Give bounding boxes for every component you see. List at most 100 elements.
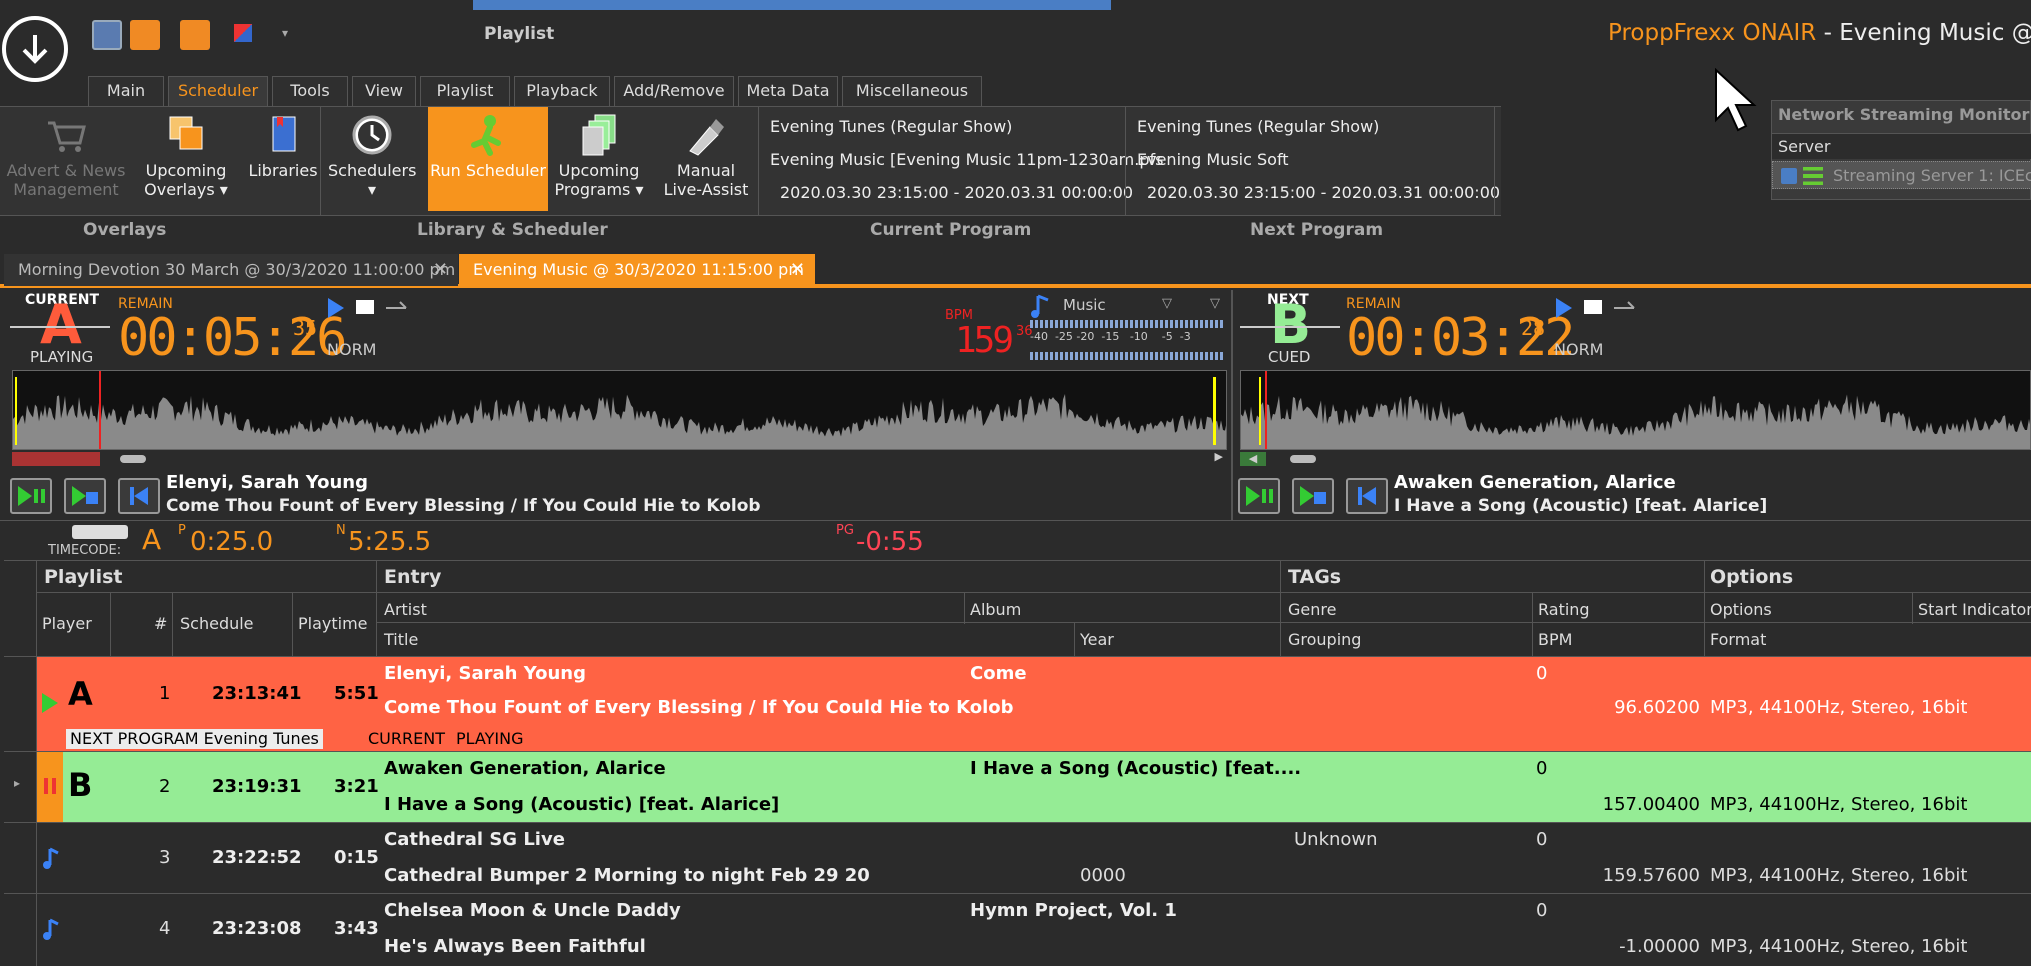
ribbon-tab-main[interactable]: Main (88, 76, 164, 106)
play-pause-button[interactable] (1238, 478, 1280, 514)
col-header-playtime[interactable]: Playtime (298, 614, 368, 633)
netmon-header-server[interactable]: Server (1772, 133, 2031, 159)
netmon-server-row[interactable]: Streaming Server 1: ICEca (1772, 161, 2031, 189)
ribbon-tab-playback[interactable]: Playback (514, 76, 610, 106)
col-header-artist[interactable]: Artist (384, 600, 427, 619)
row-num: 3 (159, 847, 171, 868)
col-header-num[interactable]: # (154, 614, 167, 633)
advert-news-button[interactable]: Advert & News Management (6, 107, 126, 211)
ribbon-tab-add-remove[interactable]: Add/Remove (614, 76, 734, 106)
col-header-grouping[interactable]: Grouping (1288, 630, 1361, 649)
timecode-pg-value: -0:55 (856, 527, 924, 557)
close-icon[interactable]: ✕ (433, 254, 448, 286)
col-header-player[interactable]: Player (42, 614, 92, 633)
player-a-scrollbar[interactable]: ▶ (12, 450, 1227, 466)
player-b-waveform[interactable] (1240, 370, 2031, 450)
group-label-overlays: Overlays (83, 220, 167, 240)
player-b-scrollbar[interactable]: ◀ (1240, 452, 2031, 466)
col-header-album[interactable]: Album (970, 600, 1021, 619)
table-row[interactable]: 4 23:23:08 3:43 Chelsea Moon & Uncle Dad… (4, 894, 2031, 966)
ribbon-tab-miscellaneous[interactable]: Miscellaneous (842, 76, 982, 106)
grid-line (1074, 622, 1075, 656)
col-header-genre[interactable]: Genre (1288, 600, 1336, 619)
doc-tab-morning[interactable]: Morning Devotion 30 March @ 30/3/2020 11… (4, 254, 458, 286)
col-header-start-indicator[interactable]: Start Indicator (1918, 600, 2031, 619)
scroll-left-icon[interactable]: ◀ (1240, 452, 1266, 466)
row-playtime: 3:43 (334, 918, 379, 939)
doc-tab-evening[interactable]: Evening Music @ 30/3/2020 11:15:00 pm ✕ (459, 254, 815, 286)
flag-icon[interactable] (230, 20, 260, 50)
ribbon-tab-scheduler[interactable]: Scheduler (168, 76, 268, 106)
player-b-play-icons[interactable] (1554, 296, 1644, 320)
col-header-title[interactable]: Title (384, 630, 418, 649)
play-pause-button[interactable] (10, 478, 52, 514)
run-scheduler-button[interactable]: Run Scheduler (428, 107, 548, 211)
upcoming-programs-button[interactable]: Upcoming Programs ▾ (552, 107, 646, 211)
col-header-bpm[interactable]: BPM (1538, 630, 1572, 649)
scroll-right-icon[interactable]: ▶ (1215, 450, 1223, 463)
next-program-marker: NEXT PROGRAM Evening Tunes (66, 729, 323, 749)
table-row[interactable]: ▸ B 2 23:19:31 3:21 Awaken Generation, A… (4, 752, 2031, 822)
timecode-toggle[interactable] (72, 525, 128, 539)
grid-line (1704, 560, 1705, 656)
netmon-title: Network Streaming Monitor (1778, 105, 2030, 124)
upcoming-overlays-label: Upcoming Overlays (144, 161, 227, 199)
player-a-play-icons[interactable] (326, 296, 416, 320)
app-menu-button[interactable] (2, 16, 68, 82)
ribbon-tab-meta-data[interactable]: Meta Data (738, 76, 838, 106)
player-a-waveform[interactable] (12, 370, 1227, 450)
mixer-channel-label[interactable]: Music (1063, 296, 1106, 314)
cue-marker (1213, 377, 1216, 445)
level-meter-bottom (1030, 352, 1225, 360)
save-icon[interactable] (92, 20, 122, 50)
play-stop-button[interactable] (64, 478, 106, 514)
row-player: A (68, 675, 93, 713)
col-header-schedule[interactable]: Schedule (180, 614, 254, 633)
playhead-marker (1265, 371, 1267, 449)
chevron-down-icon[interactable]: ▽ (1162, 296, 1172, 311)
row-artist: Awaken Generation, Alarice (384, 758, 666, 779)
scroll-thumb[interactable] (1290, 455, 1316, 463)
table-row[interactable]: A 1 23:13:41 5:51 Elenyi, Sarah Young Co… (4, 657, 2031, 751)
libraries-button[interactable]: Libraries (246, 107, 320, 211)
network-streaming-monitor: Network Streaming Monitor Server Streami… (1771, 100, 2031, 200)
signal-icon (1803, 167, 1823, 185)
ribbon-tab-tools[interactable]: Tools (272, 76, 348, 106)
playing-indicator-icon (42, 693, 58, 713)
table-row[interactable]: 3 23:22:52 0:15 Cathedral SG Live Unknow… (4, 823, 2031, 893)
row-schedule: 23:13:41 (212, 683, 302, 704)
close-icon[interactable]: ✕ (790, 254, 805, 286)
rewind-button[interactable] (118, 478, 160, 514)
level-meter-top (1030, 320, 1225, 328)
server-icon (1781, 168, 1797, 184)
run-scheduler-label: Run Scheduler (430, 161, 546, 180)
player-b: NEXT B CUED REMAIN 00:03:22 28 NORM ◀ Aw… (1234, 290, 2031, 520)
row-schedule: 23:23:08 (212, 918, 302, 939)
player-b-norm: NORM (1554, 340, 1604, 359)
manual-live-assist-button[interactable]: Manual Live-Assist (660, 107, 752, 211)
group-header-playlist: Playlist (44, 566, 123, 588)
row-artist: Chelsea Moon & Uncle Daddy (384, 900, 681, 921)
row-bpm: 159.57600 (1602, 865, 1700, 886)
upcoming-overlays-button[interactable]: Upcoming Overlays ▾ (136, 107, 236, 211)
col-header-year[interactable]: Year (1080, 630, 1114, 649)
col-header-options[interactable]: Options (1710, 600, 1772, 619)
ribbon-tab-view[interactable]: View (352, 76, 416, 106)
col-header-rating[interactable]: Rating (1538, 600, 1590, 619)
col-header-format[interactable]: Format (1710, 630, 1766, 649)
player-a-norm: NORM (327, 340, 377, 359)
run-scheduler-quick-icon[interactable] (130, 20, 160, 50)
play-stop-button[interactable] (1292, 478, 1334, 514)
timecode-n-value: 5:25.5 (348, 527, 432, 557)
scroll-thumb[interactable] (120, 455, 146, 463)
quick-access-dropdown-icon[interactable]: ▾ (282, 26, 288, 40)
timecode-label: TIMECODE: (48, 543, 122, 558)
schedulers-button[interactable]: Schedulers ▾ (328, 107, 416, 211)
netmon-server-label: Streaming Server 1: ICEca (1833, 166, 2031, 185)
clock-quick-icon[interactable] (180, 20, 210, 50)
row-bpm: -1.00000 (1619, 936, 1700, 957)
ribbon-tab-playlist[interactable]: Playlist (420, 76, 510, 106)
rewind-button[interactable] (1346, 478, 1388, 514)
chevron-down-icon[interactable]: ▽ (1210, 296, 1220, 311)
player-b-title: I Have a Song (Acoustic) [feat. Alarice] (1394, 496, 1768, 516)
